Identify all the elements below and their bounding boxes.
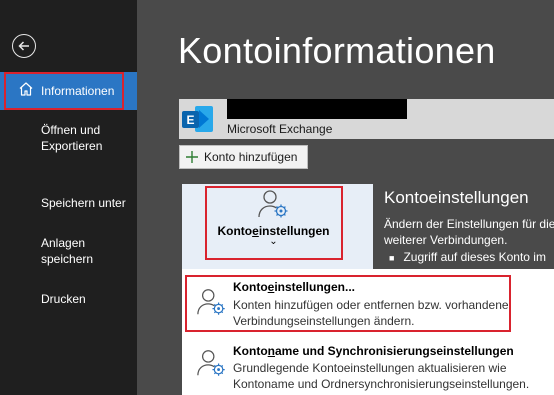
sidebar-item-label: Drucken: [41, 292, 86, 306]
sidebar-item-speichern-unter[interactable]: Speichern unter: [0, 195, 137, 211]
sidebar-item-anlagen-speichern[interactable]: Anlagen speichern: [0, 235, 137, 267]
backstage-sidebar: Informationen Öffnen und Exportieren Spe…: [0, 0, 137, 395]
bullet-icon: ■: [389, 253, 395, 263]
back-arrow-icon: [18, 41, 29, 51]
sidebar-item-label: Anlagen speichern: [41, 236, 94, 266]
chevron-down-icon: ⌄: [269, 236, 278, 247]
sidebar-item-label: Öffnen und Exportieren: [41, 123, 103, 153]
user-settings-icon: [197, 289, 225, 315]
sidebar-item-label: Speichern unter: [41, 196, 126, 210]
menu-item-kontoname-synchronisierung[interactable]: Kontoname und Synchronisierungseinstellu…: [182, 337, 554, 395]
menu-item-description: Grundlegende Kontoeinstellungen aktualis…: [233, 361, 530, 391]
main-panel: Kontoinformationen E Microsoft Exchange …: [137, 0, 554, 395]
exchange-icon: E: [182, 106, 213, 132]
account-name-redacted: [227, 99, 407, 119]
plus-icon: [180, 151, 204, 163]
account-selector[interactable]: E Microsoft Exchange: [179, 99, 554, 139]
menu-item-title: Kontoeinstellungen...: [233, 280, 356, 294]
account-settings-menu: Kontoeinstellungen... Konten hinzufügen …: [182, 269, 554, 395]
menu-item-title: Kontoname und Synchronisierungseinstellu…: [233, 344, 514, 358]
section-description: Ändern der Einstellungen für die weitere…: [384, 217, 554, 247]
menu-item-description: Konten hinzufügen oder entfernen bzw. vo…: [233, 298, 509, 328]
sidebar-item-label: Informationen: [41, 84, 115, 98]
svg-text:E: E: [186, 113, 194, 127]
menu-item-kontoeinstellungen[interactable]: Kontoeinstellungen... Konten hinzufügen …: [182, 269, 554, 335]
back-button[interactable]: [12, 34, 36, 58]
sidebar-item-oeffnen-exportieren[interactable]: Öffnen und Exportieren: [0, 122, 137, 154]
account-settings-dropdown-button[interactable]: Kontoeinstellungen ⌄: [205, 188, 342, 260]
account-type: Microsoft Exchange: [227, 122, 333, 136]
add-account-label: Konto hinzufügen: [204, 150, 298, 164]
home-icon: [19, 82, 33, 96]
section-title: Kontoeinstellungen: [384, 188, 529, 207]
sidebar-item-drucken[interactable]: Drucken: [0, 291, 137, 307]
page-title: Kontoinformationen: [178, 30, 496, 71]
user-settings-icon: [197, 350, 225, 376]
user-settings-icon: [257, 190, 287, 218]
add-account-button[interactable]: Konto hinzufügen: [179, 145, 308, 169]
section-bullet: ■ Zugriff auf dieses Konto im: [389, 250, 546, 264]
